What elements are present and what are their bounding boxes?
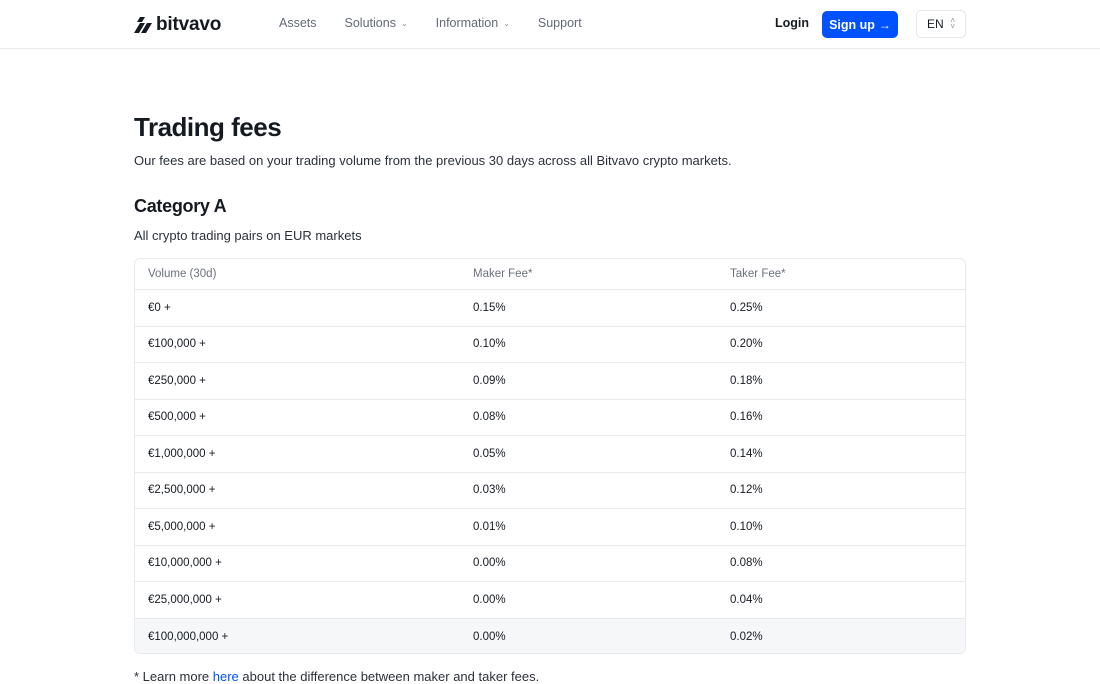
maker-fee-cell: 0.01% bbox=[473, 520, 506, 533]
login-link[interactable]: Login bbox=[775, 16, 809, 30]
volume-cell: €5,000,000 + bbox=[148, 520, 216, 533]
nav-assets-label: Assets bbox=[279, 16, 317, 30]
footnote-prefix: * Learn more bbox=[134, 669, 213, 684]
maker-fee-cell: 0.08% bbox=[473, 411, 506, 424]
table-row: €10,000,000 + 0.00% 0.08% bbox=[135, 546, 965, 582]
taker-fee-cell: 0.04% bbox=[730, 593, 763, 606]
taker-fee-cell: 0.25% bbox=[730, 301, 763, 314]
maker-fee-cell: 0.00% bbox=[473, 630, 506, 643]
volume-cell: €100,000,000 + bbox=[148, 630, 229, 643]
nav-information[interactable]: Information ⌄ bbox=[436, 16, 510, 30]
logo-wordmark: bitvavo bbox=[156, 14, 222, 35]
main-nav: Assets Solutions ⌄ Information ⌄ Support bbox=[279, 16, 582, 30]
category-title: Category A bbox=[134, 196, 227, 216]
table-header: Volume (30d) Maker Fee* Taker Fee* bbox=[135, 259, 965, 290]
nav-support[interactable]: Support bbox=[538, 16, 582, 30]
taker-fee-cell: 0.08% bbox=[730, 557, 763, 570]
table-body: €0 + 0.15% 0.25% €100,000 + 0.10% 0.20% €250,0… bbox=[135, 290, 965, 653]
signup-label: Sign up bbox=[829, 17, 875, 32]
page-subtitle: Our fees are based on your trading volum… bbox=[134, 153, 732, 168]
maker-fee-cell: 0.05% bbox=[473, 447, 506, 460]
taker-fee-cell: 0.18% bbox=[730, 374, 763, 387]
footnote-link[interactable]: here bbox=[213, 669, 239, 684]
bitvavo-logo[interactable]: bitvavo bbox=[134, 13, 221, 37]
nav-solutions[interactable]: Solutions ⌄ bbox=[345, 16, 408, 30]
nav-support-label: Support bbox=[537, 16, 582, 30]
maker-fee-cell: 0.00% bbox=[473, 557, 506, 570]
table-row: €100,000 + 0.10% 0.20% bbox=[135, 327, 965, 363]
footnote: * Learn more here about the difference b… bbox=[134, 669, 539, 684]
maker-fee-cell: 0.09% bbox=[473, 374, 506, 387]
taker-fee-cell: 0.12% bbox=[730, 484, 763, 497]
nav-information-label: Information bbox=[435, 16, 499, 30]
chevron-down-icon: ⌄ bbox=[400, 18, 408, 28]
column-header-maker-fee: Maker Fee* bbox=[473, 268, 533, 280]
volume-cell: €1,000,000 + bbox=[148, 447, 216, 460]
language-value: EN bbox=[927, 17, 944, 31]
volume-cell: €2,500,000 + bbox=[148, 484, 216, 497]
volume-cell: €500,000 + bbox=[148, 411, 206, 424]
volume-cell: €0 + bbox=[148, 301, 171, 314]
maker-fee-cell: 0.10% bbox=[473, 338, 506, 351]
fees-table: Volume (30d) Maker Fee* Taker Fee* €0 + 0… bbox=[134, 258, 966, 654]
table-row: €25,000,000 + 0.00% 0.04% bbox=[135, 582, 965, 619]
language-selector[interactable]: EN ˄ ˅ bbox=[916, 10, 966, 38]
taker-fee-cell: 0.10% bbox=[730, 520, 763, 533]
table-row: €250,000 + 0.09% 0.18% bbox=[135, 363, 965, 400]
maker-fee-cell: 0.03% bbox=[473, 484, 506, 497]
arrow-right-icon: → bbox=[878, 17, 891, 32]
volume-cell: €10,000,000 + bbox=[148, 557, 222, 570]
taker-fee-cell: 0.20% bbox=[730, 338, 763, 351]
volume-cell: €100,000 + bbox=[148, 338, 206, 351]
maker-fee-cell: 0.15% bbox=[473, 301, 506, 314]
bitvavo-mark-icon bbox=[134, 17, 152, 33]
maker-fee-cell: 0.00% bbox=[473, 593, 506, 606]
table-row: €1,000,000 + 0.05% 0.14% bbox=[135, 436, 965, 473]
column-header-volume: Volume (30d) bbox=[148, 268, 217, 280]
top-navigation-bar: bitvavo Assets Solutions ⌄ Information ⌄… bbox=[0, 0, 1100, 49]
up-down-chevron-icon: ˄ ˅ bbox=[950, 16, 955, 31]
page-title: Trading fees bbox=[134, 112, 282, 142]
taker-fee-cell: 0.16% bbox=[730, 411, 763, 424]
volume-cell: €25,000,000 + bbox=[148, 593, 222, 606]
category-subtitle: All crypto trading pairs on EUR markets bbox=[134, 228, 362, 243]
column-header-taker-fee: Taker Fee* bbox=[730, 268, 786, 280]
volume-cell: €250,000 + bbox=[148, 374, 206, 387]
table-row: €0 + 0.15% 0.25% bbox=[135, 290, 965, 327]
chevron-down-icon: ⌄ bbox=[503, 18, 510, 28]
taker-fee-cell: 0.02% bbox=[730, 630, 763, 643]
nav-solutions-label: Solutions bbox=[344, 16, 396, 30]
table-row: €100,000,000 + 0.00% 0.02% bbox=[135, 618, 965, 653]
taker-fee-cell: 0.14% bbox=[730, 447, 763, 460]
table-row: €2,500,000 + 0.03% 0.12% bbox=[135, 473, 965, 509]
signup-button[interactable]: Sign up → bbox=[822, 11, 898, 38]
table-row: €5,000,000 + 0.01% 0.10% bbox=[135, 509, 965, 546]
table-row: €500,000 + 0.08% 0.16% bbox=[135, 400, 965, 436]
footnote-suffix: about the difference between maker and t… bbox=[238, 669, 540, 684]
nav-assets[interactable]: Assets bbox=[279, 16, 317, 30]
